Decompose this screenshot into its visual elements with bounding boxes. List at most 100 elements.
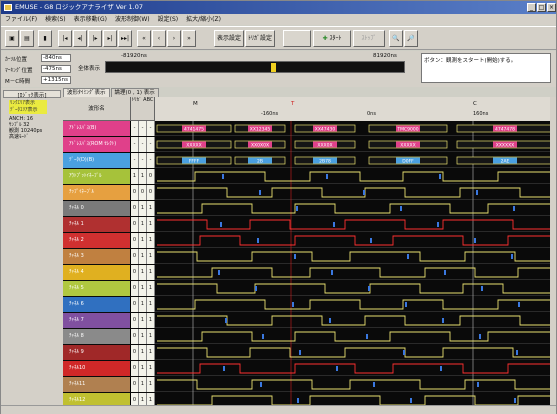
- trigger-flag[interactable]: 1: [139, 201, 147, 216]
- channel-name[interactable]: ﾁｬﾈﾙ 9: [63, 345, 131, 360]
- trigger-flag[interactable]: 0: [131, 265, 139, 280]
- trigger-flag[interactable]: 1: [139, 169, 147, 184]
- first-icon[interactable]: |◂: [58, 30, 72, 47]
- trigger-flag[interactable]: 0: [131, 329, 139, 344]
- trigger-flag[interactable]: -: [131, 153, 139, 168]
- menu-file[interactable]: ファイル(F): [1, 14, 41, 25]
- channel-name[interactable]: ﾁｬﾈﾙ10: [63, 361, 131, 376]
- channel-name[interactable]: ﾁｬﾈﾙ 1: [63, 217, 131, 232]
- channel-name[interactable]: ｱｳﾄﾌﾟｯﾄｲﾈｰﾌﾞﾙ: [63, 169, 131, 184]
- zoom-in-icon[interactable]: 🔍: [389, 30, 403, 47]
- fast-forward-icon[interactable]: »: [182, 30, 196, 47]
- close-icon[interactable]: ×: [547, 3, 556, 12]
- menu-settings[interactable]: 設定(S): [154, 14, 183, 25]
- trigger-flag[interactable]: 0: [147, 169, 155, 184]
- trigger-flag[interactable]: 1: [139, 345, 147, 360]
- channel-name[interactable]: ﾁｬﾈﾙ 4: [63, 265, 131, 280]
- trigger-flag[interactable]: 1: [147, 345, 155, 360]
- rewind-icon[interactable]: «: [137, 30, 151, 47]
- menu-goto[interactable]: 表示移動(G): [70, 14, 111, 25]
- channel-name[interactable]: ﾁｬﾈﾙ 2: [63, 233, 131, 248]
- menu-zoom[interactable]: 拡大/縮小(Z): [182, 14, 225, 25]
- trigger-flag[interactable]: -: [147, 153, 155, 168]
- last-icon[interactable]: ▸▸|: [118, 30, 132, 47]
- trigger-flag[interactable]: 0: [131, 297, 139, 312]
- channel-name[interactable]: ﾁｬﾈﾙ 5: [63, 281, 131, 296]
- jump-icon[interactable]: ▸|: [103, 30, 117, 47]
- trigger-flag[interactable]: 1: [139, 377, 147, 392]
- waveform-canvas[interactable]: 4741475 XX12345 XX47430 TMC9000 4747478 XXXXX…: [155, 121, 556, 411]
- trigger-settings-button[interactable]: ﾄﾘｶﾞ設定: [245, 30, 275, 47]
- save-icon[interactable]: ▣: [5, 30, 19, 47]
- channel-name[interactable]: ﾁｬﾈﾙ 0: [63, 201, 131, 216]
- menu-search[interactable]: 検索(S): [41, 14, 70, 25]
- trigger-flag[interactable]: 0: [131, 217, 139, 232]
- trigger-flag[interactable]: 0: [131, 185, 139, 200]
- trigger-flag[interactable]: 0: [131, 281, 139, 296]
- channel-name[interactable]: ﾃﾞｰﾀ(D)(B): [63, 153, 131, 168]
- vertical-scrollbar[interactable]: [550, 97, 556, 405]
- channel-name[interactable]: ﾁｬﾈﾙ 7: [63, 313, 131, 328]
- trigger-flag[interactable]: 1: [147, 361, 155, 376]
- trigger-flag[interactable]: 1: [147, 377, 155, 392]
- tab-timing[interactable]: 波形ﾀｲﾐﾝｸﾞ表示: [63, 88, 110, 97]
- channel-name[interactable]: ｱﾄﾞﾚｽﾊﾞｽ(B): [63, 121, 131, 136]
- mc-time-field[interactable]: +1315ns: [41, 76, 71, 84]
- trigger-flag[interactable]: 0: [139, 185, 147, 200]
- trigger-flag[interactable]: 0: [131, 361, 139, 376]
- cursor-pos-field[interactable]: -840ns: [41, 54, 71, 62]
- trigger-flag[interactable]: 1: [139, 281, 147, 296]
- trigger-flag[interactable]: -: [139, 121, 147, 136]
- trigger-flag[interactable]: 0: [131, 233, 139, 248]
- trigger-flag[interactable]: 1: [131, 169, 139, 184]
- maximize-icon[interactable]: □: [537, 3, 546, 12]
- overview-marker[interactable]: [271, 63, 276, 72]
- trigger-flag[interactable]: 0: [131, 345, 139, 360]
- trigger-flag[interactable]: 0: [147, 185, 155, 200]
- disabled-button[interactable]: [283, 30, 311, 47]
- trigger-flag[interactable]: 1: [147, 265, 155, 280]
- trigger-flag[interactable]: 1: [139, 297, 147, 312]
- display-settings-button[interactable]: 表示設定: [214, 30, 244, 47]
- trigger-flag[interactable]: 0: [131, 249, 139, 264]
- trigger-flag[interactable]: 1: [147, 217, 155, 232]
- trigger-flag[interactable]: 1: [147, 249, 155, 264]
- find-icon[interactable]: ▮: [38, 30, 52, 47]
- overview-bar[interactable]: [105, 61, 405, 73]
- logic-display-group[interactable]: [ﾛｼﾞｯｸ表示]: [3, 90, 61, 99]
- trigger-flag[interactable]: 1: [147, 313, 155, 328]
- menu-waveform[interactable]: 波形制御(W): [111, 14, 154, 25]
- tab-logic[interactable]: 論理(0 , 1) 表示: [110, 88, 159, 97]
- forward-icon[interactable]: ›: [167, 30, 181, 47]
- trigger-flag[interactable]: -: [147, 137, 155, 152]
- prev-marker-icon[interactable]: ◂|: [73, 30, 87, 47]
- channel-name[interactable]: ｱﾄﾞﾚｽﾊﾞｽ(ROM ｾﾚｸﾄ): [63, 137, 131, 152]
- trigger-flag[interactable]: 0: [131, 377, 139, 392]
- marking-pos-field[interactable]: -475ns: [41, 65, 71, 73]
- trigger-flag[interactable]: 1: [147, 201, 155, 216]
- trigger-flag[interactable]: 1: [147, 281, 155, 296]
- trigger-flag[interactable]: 1: [147, 329, 155, 344]
- trigger-flag[interactable]: 0: [131, 313, 139, 328]
- horizontal-scrollbar[interactable]: [1, 405, 556, 414]
- trigger-flag[interactable]: -: [139, 137, 147, 152]
- back-icon[interactable]: ‹: [152, 30, 166, 47]
- channel-name[interactable]: ﾁｬﾈﾙ11: [63, 377, 131, 392]
- channel-name[interactable]: ﾁｬﾈﾙ 6: [63, 297, 131, 312]
- trigger-flag[interactable]: -: [147, 121, 155, 136]
- channel-name[interactable]: ﾁｯﾌﾟｲﾈｰﾌﾞﾙ: [63, 185, 131, 200]
- trigger-flag[interactable]: 1: [147, 233, 155, 248]
- time-ruler[interactable]: M T C -160ns 0ns 160ns: [155, 97, 556, 121]
- trigger-flag[interactable]: 1: [139, 265, 147, 280]
- minimize-icon[interactable]: _: [527, 3, 536, 12]
- trigger-flag[interactable]: 1: [139, 217, 147, 232]
- trigger-flag[interactable]: -: [139, 153, 147, 168]
- trigger-flag[interactable]: 1: [147, 297, 155, 312]
- trigger-flag[interactable]: 0: [131, 201, 139, 216]
- trigger-flag[interactable]: 1: [139, 249, 147, 264]
- next-marker-icon[interactable]: |▸: [88, 30, 102, 47]
- trigger-flag[interactable]: 1: [139, 361, 147, 376]
- trigger-flag[interactable]: -: [131, 121, 139, 136]
- trigger-flag[interactable]: -: [131, 137, 139, 152]
- print-icon[interactable]: ▤: [20, 30, 34, 47]
